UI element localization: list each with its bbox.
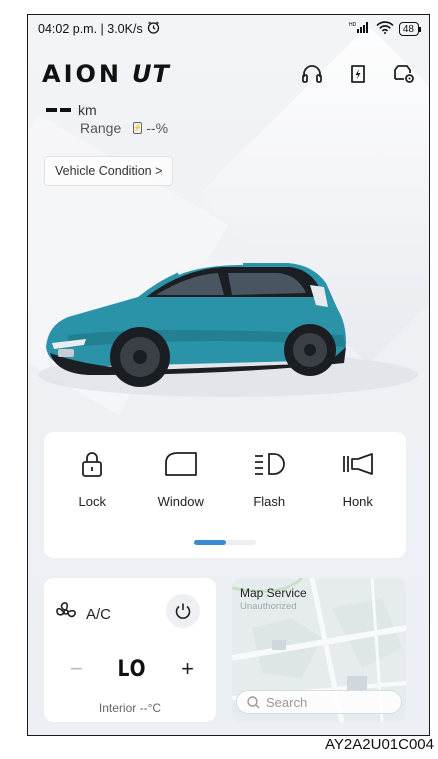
battery-small-icon: ⚡ [133, 122, 143, 134]
app-screen: 04:02 p.m. | 3.0K/s HD 48 AION UT km Ran… [27, 14, 430, 736]
svg-text:HD: HD [349, 22, 357, 28]
status-time-speed: 04:02 p.m. | 3.0K/s [38, 22, 143, 36]
map-search-input[interactable]: Search [236, 690, 402, 714]
vehicle-condition-button[interactable]: Vehicle Condition > [44, 156, 174, 186]
page-indicator-active [194, 540, 226, 545]
vehicle-controls-card: Lock Window Flash Honk [44, 432, 406, 558]
brand-name: AION [42, 60, 122, 88]
signal-icon: HD [349, 21, 371, 37]
honk-label: Honk [342, 494, 373, 509]
alarm-icon [147, 21, 160, 37]
model-name: UT [132, 60, 170, 88]
flash-icon [253, 448, 286, 480]
lock-label: Lock [78, 494, 106, 509]
window-button[interactable]: Window [141, 448, 221, 509]
ac-temperature: LO [117, 656, 147, 682]
honk-button[interactable]: Honk [318, 448, 398, 509]
range-unit: km [78, 102, 97, 118]
battery-indicator: 48 [398, 22, 419, 36]
map-service-card[interactable]: Map Service Unauthorized Search [232, 578, 406, 722]
temp-decrease-button[interactable]: − [70, 656, 83, 682]
range-display: km Range ⚡ --% [46, 101, 168, 136]
status-bar: 04:02 p.m. | 3.0K/s HD 48 [28, 15, 429, 43]
range-label: Range [80, 120, 122, 136]
window-label: Window [157, 494, 204, 509]
app-header: AION UT [42, 57, 417, 91]
car-settings-icon[interactable] [391, 61, 417, 87]
page-indicator [194, 540, 256, 545]
window-icon [164, 448, 198, 480]
power-icon [175, 603, 191, 619]
charging-icon[interactable] [345, 61, 371, 87]
ac-card[interactable]: A/C − LO + Interior --°C [44, 578, 216, 722]
flash-label: Flash [253, 494, 286, 509]
ac-label: A/C [86, 605, 112, 623]
battery-percent: --% [146, 120, 169, 136]
brand-logo: AION UT [42, 60, 170, 88]
range-value [46, 101, 74, 119]
search-placeholder: Search [266, 694, 308, 710]
wifi-icon [376, 21, 394, 37]
flash-button[interactable]: Flash [229, 448, 309, 509]
interior-temperature: Interior --°C [98, 701, 162, 715]
lock-button[interactable]: Lock [52, 448, 132, 509]
map-subtitle: Unauthorized [240, 601, 297, 612]
honk-icon [341, 448, 375, 480]
temp-increase-button[interactable]: + [181, 656, 194, 682]
lock-icon [81, 448, 103, 480]
fan-icon [54, 600, 78, 628]
car-image [28, 235, 429, 405]
reference-code: AY2A2U01C004 [325, 736, 434, 753]
map-title: Map Service [240, 586, 307, 600]
search-icon [247, 695, 260, 708]
ac-power-button[interactable] [166, 594, 200, 628]
headset-icon[interactable] [299, 61, 325, 87]
